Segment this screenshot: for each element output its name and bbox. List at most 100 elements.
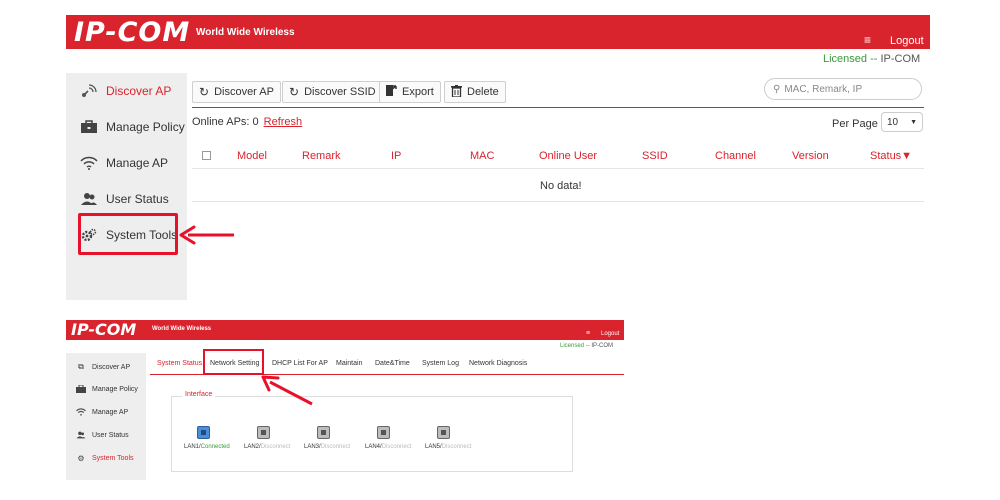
lan1-port-icon [197,426,210,439]
column-header-mac[interactable]: MAC [470,150,494,162]
sidebar-item-label: Manage Policy [106,120,185,134]
sidebar-item-label: Manage AP [92,408,129,416]
column-header-model[interactable]: Model [237,150,267,162]
column-header-ip[interactable]: IP [391,150,401,162]
interface-legend: Interface [182,391,216,398]
lan4-label: LAN4/Disconnect [365,444,412,450]
delete-button-label: Delete [467,86,499,98]
gear-icon: ⚙ [77,454,85,463]
users-icon [80,192,98,206]
tab-dhcp-list-for-ap[interactable]: DHCP List For AP [272,360,328,367]
lan2-status: Disconnect [260,444,291,450]
export-icon [386,85,397,99]
table-row-divider [192,201,924,202]
sidebar: Discover AP Manage Policy Manage AP User… [66,73,187,300]
per-page-select[interactable]: 10 ▼ [881,112,923,132]
column-header-ssid[interactable]: SSID [642,150,668,162]
briefcase-icon [80,120,98,134]
lan2-name: LAN2 [244,444,260,450]
refresh-icon: ↻ [199,85,210,99]
annotation-arrow-network-setting [261,375,313,406]
table-header: Model Remark IP MAC Online User SSID Cha… [192,143,924,169]
wifi-icon [76,408,86,416]
lan1-name: LAN1 [184,444,200,450]
per-page-label: Per Page [832,118,878,130]
search-placeholder: MAC, Remark, IP [784,83,863,95]
network-setting-highlight-box [203,349,264,375]
online-aps-row: Online APs: 0 Refresh [192,116,302,128]
chevron-down-icon: ▼ [910,118,917,126]
license-status: Licensed -- IP-COM [823,53,920,65]
export-button-label: Export [402,86,434,98]
tab-date-time[interactable]: Date&Time [375,360,410,367]
lan3-port-icon [317,426,330,439]
tab-system-log[interactable]: System Log [422,360,459,367]
lan4-port-icon [377,426,390,439]
sidebar-item-label: System Tools [92,455,134,462]
sidebar-item-discover-ap[interactable]: Discover AP [80,78,171,104]
license-label: Licensed [560,343,585,349]
tab-system-status[interactable]: System Status [157,360,202,367]
sidebar-item-manage-ap[interactable]: Manage AP [80,150,168,176]
license-owner: IP-COM [591,343,614,349]
users-icon [76,431,86,439]
column-header-version[interactable]: Version [792,150,829,162]
refresh-link[interactable]: Refresh [264,116,303,128]
sidebar-item-system-tools[interactable]: ⚙ System Tools [76,454,134,463]
trash-icon [451,84,462,100]
lan5-status: Disconnect [441,444,472,450]
lan5-label: LAN5/Disconnect [425,444,472,450]
sidebar-item-manage-policy[interactable]: Manage Policy [80,114,185,140]
lan1-label: LAN1/Connected [184,444,230,450]
search-icon: ⚲ [773,83,781,95]
sidebar-item-label: Manage AP [106,156,169,170]
toolbar-divider [192,107,924,108]
menu-icon[interactable]: ≡ [586,330,590,337]
per-page-value: 10 [887,116,899,128]
lan2-port-icon [257,426,270,439]
briefcase-icon [76,385,86,393]
column-header-channel[interactable]: Channel [715,150,756,162]
lan1-status: Connected [200,444,230,450]
sidebar-item-label: User Status [106,192,169,206]
tab-maintain[interactable]: Maintain [336,360,362,367]
sidebar-active-background [66,480,146,485]
sidebar-item-manage-policy[interactable]: Manage Policy [76,385,138,393]
column-header-online-user[interactable]: Online User [539,150,597,162]
sidebar-item-manage-ap[interactable]: Manage AP [76,408,128,416]
discover-ssid-button[interactable]: ↻ Discover SSID [282,81,383,103]
discover-ssid-button-label: Discover SSID [304,86,376,98]
lan3-name: LAN3 [304,444,320,450]
export-button[interactable]: Export [379,81,441,103]
discover-ap-button[interactable]: ↻ Discover AP [192,81,281,103]
sidebar-item-user-status[interactable]: User Status [80,186,169,212]
sidebar-item-label: Manage Policy [92,385,138,393]
column-header-status[interactable]: Status▼ [870,150,912,162]
tab-network-diagnosis[interactable]: Network Diagnosis [469,360,527,367]
logout-link[interactable]: Logout [890,35,924,47]
lan5-name: LAN5 [425,444,441,450]
brand-logo: IP-COM [74,17,191,48]
logout-link[interactable]: Logout [601,331,619,337]
brand-logo: IP-COM [71,320,137,339]
refresh-icon: ↻ [289,85,300,99]
header-bar: IP-COM World Wide Wireless ≡ Logout [66,15,930,49]
select-all-checkbox[interactable] [202,151,211,160]
menu-icon[interactable]: ≡ [864,33,871,47]
license-owner: IP-COM [880,53,921,65]
sidebar-item-user-status[interactable]: User Status [76,431,129,439]
interface-group [171,396,573,472]
license-label: Licensed [823,53,868,65]
sidebar-item-label: Discover AP [106,84,172,98]
system-tools-highlight-box [78,213,178,255]
discover-ap-button-label: Discover AP [214,86,274,98]
sidebar-item-discover-ap[interactable]: ⧉ Discover AP [76,362,130,372]
sidebar-item-label: Discover AP [92,363,131,371]
lan4-name: LAN4 [365,444,381,450]
discover-ap-icon: ⧉ [78,362,84,371]
lan3-label: LAN3/Disconnect [304,444,351,450]
delete-button[interactable]: Delete [444,81,506,103]
search-input[interactable]: ⚲ MAC, Remark, IP [764,78,922,100]
column-header-remark[interactable]: Remark [302,150,341,162]
header-bar: IP-COM World Wide Wireless ≡ Logout [66,320,624,340]
